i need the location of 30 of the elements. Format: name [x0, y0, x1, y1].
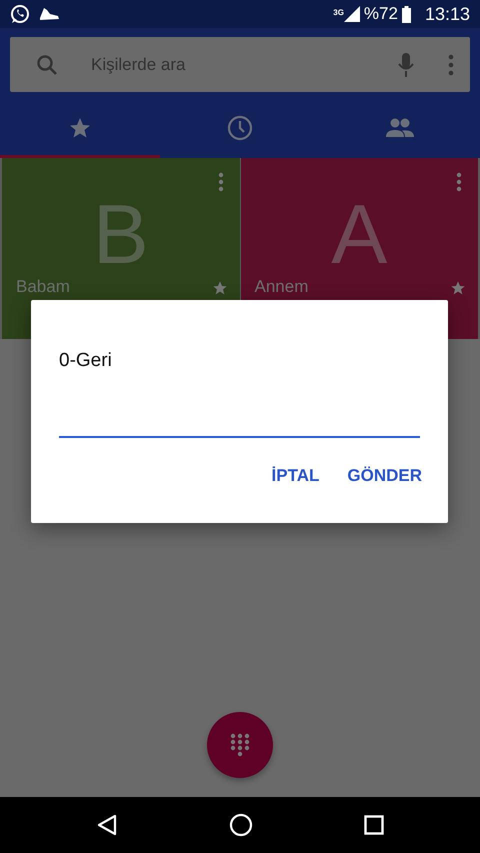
dialog-title: 0-Geri [59, 350, 113, 372]
contact-initial: A [330, 186, 388, 283]
more-icon[interactable] [456, 172, 462, 192]
star-icon[interactable] [212, 280, 228, 296]
contact-name: Babam [16, 277, 70, 297]
clock-time: 13:13 [424, 4, 470, 24]
dialog-button[interactable]: İPTAL [272, 466, 320, 486]
home-icon[interactable] [228, 813, 253, 837]
dialpad-button[interactable] [207, 712, 273, 778]
search-field[interactable]: Kişilerde ara [10, 37, 470, 92]
star-icon[interactable] [450, 280, 466, 296]
star-icon [68, 116, 92, 140]
recents-icon[interactable] [364, 815, 384, 835]
dialog-button[interactable]: GÖNDER [347, 466, 422, 486]
contact-name: Annem [254, 277, 308, 297]
battery-icon [402, 6, 411, 22]
more-icon[interactable] [218, 172, 224, 192]
signal-icon [344, 6, 360, 22]
chat-icon [10, 4, 30, 24]
back-icon[interactable] [96, 814, 118, 836]
search-placeholder: Kişilerde ara [91, 54, 186, 74]
shoe-icon [38, 6, 60, 22]
battery-text: %72 [364, 4, 398, 24]
network-label: 3G [333, 8, 344, 16]
search-icon [35, 52, 59, 76]
more-icon[interactable] [448, 54, 454, 76]
people-icon [386, 118, 414, 138]
dialpad-icon [230, 733, 250, 757]
clock-icon [227, 114, 253, 140]
microphone-icon[interactable] [396, 52, 416, 78]
